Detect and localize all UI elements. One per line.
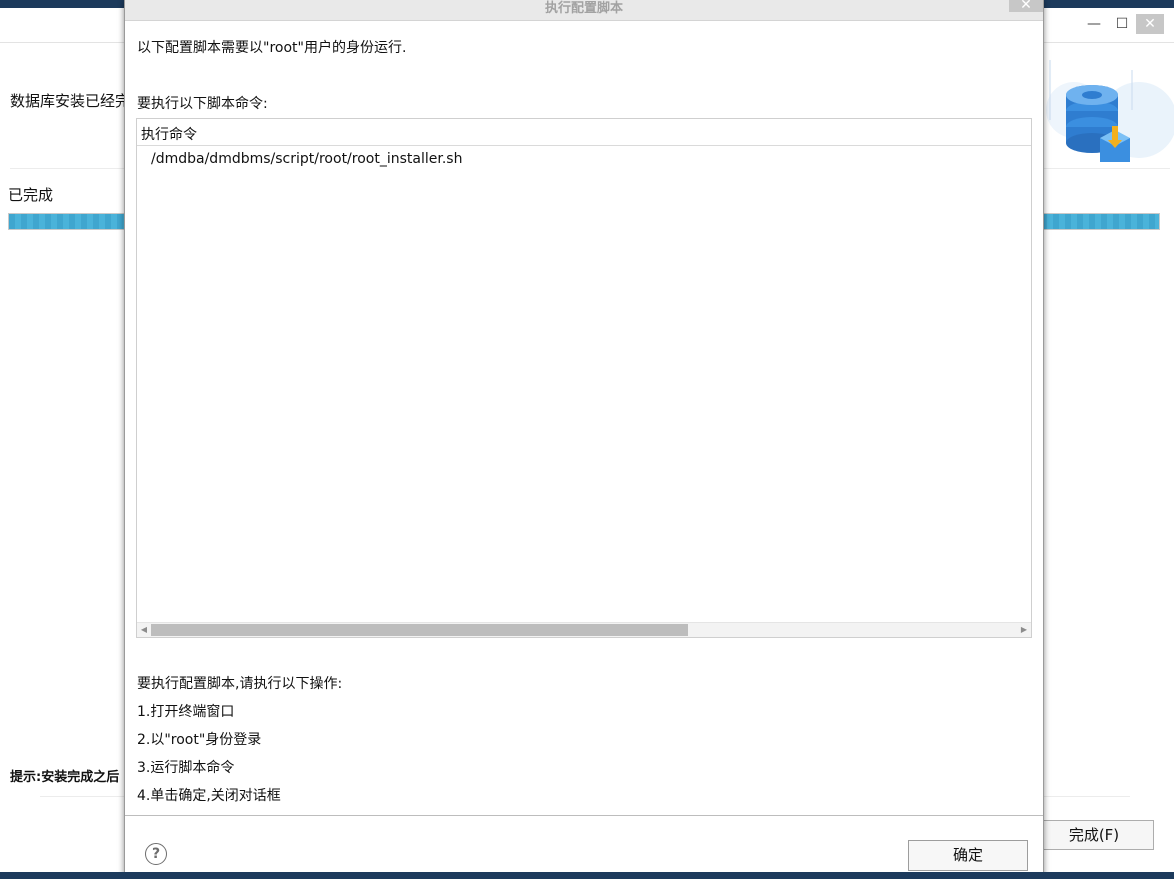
scroll-right-icon[interactable]: ▶ (1017, 623, 1031, 637)
step-item: 2.以"root"身份登录 (137, 732, 262, 748)
divider (125, 815, 1043, 816)
command-table: 执行命令 /dmdba/dmdbms/script/root/root_inst… (136, 118, 1032, 638)
step-item: 4.单击确定,关闭对话框 (137, 788, 281, 804)
completed-label: 已完成 (8, 186, 54, 204)
maximize-button[interactable]: ☐ (1108, 14, 1136, 34)
install-complete-text: 数据库安装已经完 (10, 92, 131, 110)
table-row[interactable]: /dmdba/dmdbms/script/root/root_installer… (137, 147, 1031, 171)
step-item: 3.运行脚本命令 (137, 760, 235, 776)
column-header-command[interactable]: 执行命令 (141, 124, 197, 144)
step-item: 1.打开终端窗口 (137, 704, 235, 720)
scrollbar-thumb[interactable] (151, 624, 688, 636)
instructions-title: 要执行配置脚本,请执行以下操作: (137, 676, 343, 692)
dialog-titlebar: 执行配置脚本 ✕ (125, 0, 1043, 21)
run-config-script-dialog: 执行配置脚本 ✕ 以下配置脚本需要以"root"用户的身份运行. 要执行以下脚本… (124, 0, 1044, 879)
ok-button[interactable]: 确定 (908, 840, 1028, 871)
dialog-intro-text: 以下配置脚本需要以"root"用户的身份运行. (137, 40, 407, 56)
help-icon[interactable]: ? (145, 843, 167, 865)
table-header: 执行命令 (137, 119, 1031, 146)
install-hint-text: 提示:安装完成之后 (10, 770, 120, 785)
scroll-left-icon[interactable]: ◀ (137, 623, 151, 637)
dialog-close-button[interactable]: ✕ (1009, 0, 1043, 12)
horizontal-scrollbar[interactable]: ◀ ▶ (137, 622, 1031, 637)
command-path: /dmdba/dmdbms/script/root/root_installer… (151, 151, 463, 167)
minimize-button[interactable]: — (1080, 14, 1108, 34)
database-logo-icon (1046, 60, 1174, 162)
instructions: 要执行配置脚本,请执行以下操作: 1.打开终端窗口 2.以"root"身份登录 … (137, 673, 342, 813)
screen: — ☐ ✕ 数据库安装已经完 已完成 提示:安装完成之后 完成(F) 执行配置脚… (0, 0, 1174, 879)
desktop-background (0, 872, 1174, 879)
dialog-title: 执行配置脚本 (544, 1, 623, 16)
commands-label: 要执行以下脚本命令: (137, 96, 268, 112)
installer-close-button[interactable]: ✕ (1136, 14, 1164, 34)
finish-button[interactable]: 完成(F) (1034, 820, 1154, 850)
